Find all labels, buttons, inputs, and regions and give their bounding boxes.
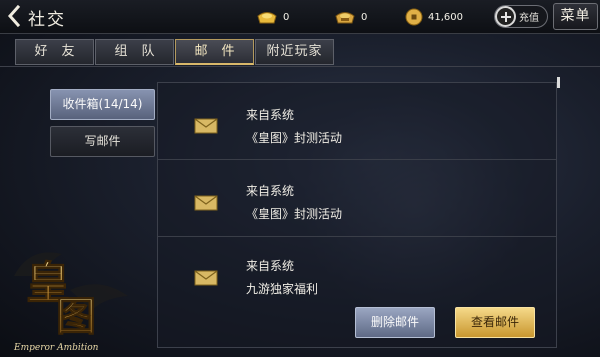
page-title: 社交 bbox=[28, 10, 66, 30]
gold-ingot-value: 0 bbox=[283, 11, 290, 23]
tab-bar: 好友 组队 邮件 附近玩家 bbox=[15, 39, 335, 65]
gold-ingot-icon bbox=[257, 12, 277, 24]
tab-divider bbox=[0, 66, 600, 67]
envelope-icon bbox=[194, 118, 218, 134]
back-arrow-icon[interactable] bbox=[6, 5, 22, 27]
bound-ingot-value: 0 bbox=[361, 11, 368, 23]
delete-mail-button[interactable]: 删除邮件 bbox=[355, 307, 435, 338]
plus-icon bbox=[495, 6, 516, 27]
mail-sender: 来自系统 bbox=[246, 184, 295, 198]
mail-sender: 来自系统 bbox=[246, 259, 295, 273]
top-bar: 社交 0 0 41,600 充值 菜单 bbox=[0, 0, 600, 34]
inbox-button[interactable]: 收件箱(14/14) bbox=[50, 89, 155, 120]
coin-value: 41,600 bbox=[428, 11, 463, 23]
bound-ingot-counter: 0 bbox=[334, 6, 367, 28]
logo-subtitle: Emperor Ambition bbox=[13, 343, 99, 353]
view-mail-button[interactable]: 查看邮件 bbox=[455, 307, 535, 338]
mail-item[interactable]: 来自系统 《皇图》封测活动 bbox=[158, 83, 556, 160]
tab-team[interactable]: 组队 bbox=[95, 39, 174, 65]
envelope-icon bbox=[194, 195, 218, 211]
coin-icon bbox=[405, 8, 423, 26]
mail-list[interactable]: 来自系统 《皇图》封测活动 来自系统 《皇图》封测活动 来自系统 九游独家福利 bbox=[158, 83, 556, 299]
logo-title-2: 图 bbox=[56, 293, 96, 340]
recharge-label: 充值 bbox=[519, 13, 539, 24]
scrollbar[interactable] bbox=[557, 77, 560, 88]
coin-counter: 41,600 bbox=[405, 6, 463, 28]
compose-mail-button[interactable]: 写邮件 bbox=[50, 126, 155, 157]
bound-ingot-icon bbox=[335, 12, 355, 24]
mail-subject: 九游独家福利 bbox=[246, 282, 319, 296]
tab-friends[interactable]: 好友 bbox=[15, 39, 94, 65]
menu-button[interactable]: 菜单 bbox=[553, 3, 598, 30]
envelope-icon bbox=[194, 270, 218, 286]
gold-ingot-counter: 0 bbox=[256, 6, 289, 28]
mail-sender: 来自系统 bbox=[246, 108, 295, 122]
mail-subject: 《皇图》封测活动 bbox=[246, 207, 343, 221]
mail-subject: 《皇图》封测活动 bbox=[246, 131, 343, 145]
mail-item[interactable]: 来自系统 九游独家福利 bbox=[158, 237, 556, 299]
recharge-button[interactable]: 充值 bbox=[494, 5, 548, 28]
game-logo: 皇 图 Emperor Ambition bbox=[13, 252, 128, 353]
mail-item[interactable]: 来自系统 《皇图》封测活动 bbox=[158, 160, 556, 237]
tab-mail[interactable]: 邮件 bbox=[175, 39, 254, 65]
tab-nearby-players[interactable]: 附近玩家 bbox=[255, 39, 334, 65]
